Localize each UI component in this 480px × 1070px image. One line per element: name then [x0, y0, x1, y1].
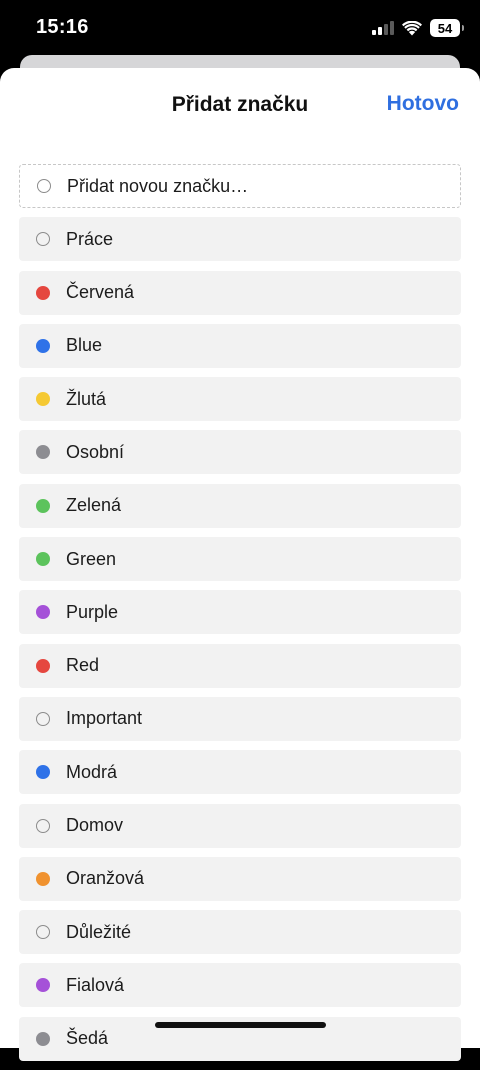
tag-label: Fialová [66, 974, 125, 995]
tag-label: Blue [66, 335, 103, 356]
tag-label: Důležité [66, 921, 132, 942]
tag-label: Domov [66, 815, 124, 836]
tag-label: Red [66, 655, 100, 676]
tag-row[interactable]: Purple [19, 590, 461, 635]
color-dot-icon [36, 605, 50, 620]
tag-row[interactable]: Red [19, 643, 461, 688]
tag-row[interactable]: Osobní [19, 430, 461, 475]
empty-circle-icon [37, 179, 51, 193]
color-dot-icon [36, 871, 50, 886]
tag-row[interactable]: Oranžová [19, 856, 461, 901]
color-dot-icon [36, 978, 50, 993]
color-dot-icon [36, 285, 50, 300]
cellular-signal-icon [372, 21, 394, 35]
empty-circle-icon [36, 818, 50, 833]
tag-row[interactable]: Modrá [19, 750, 461, 795]
status-bar: 15:16 54 [0, 0, 480, 56]
status-icons: 54 [372, 19, 464, 37]
add-new-tag-button[interactable]: Přidat novou značku… [19, 164, 461, 208]
tag-label: Práce [66, 228, 114, 249]
tag-label: Žlutá [66, 388, 107, 409]
home-indicator[interactable] [155, 1022, 326, 1028]
tag-label: Important [66, 708, 143, 729]
tag-row[interactable]: Zelená [19, 483, 461, 528]
color-dot-icon [36, 338, 50, 353]
tag-row[interactable]: Práce [19, 217, 461, 262]
wifi-icon [402, 20, 422, 35]
tag-label: Purple [66, 601, 119, 622]
color-dot-icon [36, 658, 50, 673]
tag-row[interactable]: Důležité [19, 910, 461, 955]
tag-row[interactable]: Blue [19, 323, 461, 368]
tag-list: Přidat novou značku… Práce Červená Blue Žlu… [19, 164, 461, 1070]
empty-circle-icon [36, 925, 50, 940]
color-dot-icon [36, 498, 50, 513]
tag-row[interactable]: Domov [19, 803, 461, 848]
tag-row[interactable]: Červená [19, 270, 461, 315]
battery-icon: 54 [430, 19, 464, 37]
tag-row[interactable]: Žlutá [19, 377, 461, 422]
status-time: 15:16 [36, 16, 89, 38]
done-button[interactable]: Hotovo [387, 92, 459, 116]
color-dot-icon [36, 445, 50, 460]
tag-row[interactable]: Important [19, 696, 461, 741]
tag-label: Zelená [66, 495, 122, 516]
color-dot-icon [36, 552, 50, 567]
tag-label: Osobní [66, 441, 125, 462]
add-new-tag-label: Přidat novou značku… [67, 175, 249, 196]
tag-label: Červená [66, 282, 135, 303]
empty-circle-icon [36, 711, 50, 726]
empty-circle-icon [36, 232, 50, 247]
color-dot-icon [36, 392, 50, 407]
tag-row[interactable]: Fialová [19, 963, 461, 1008]
tag-label: Green [66, 548, 117, 569]
color-dot-icon [36, 765, 50, 780]
tag-label: Oranžová [66, 868, 145, 889]
add-tag-sheet: Přidat značku Hotovo Přidat novou značku… [0, 68, 480, 1061]
tag-label: Modrá [66, 761, 118, 782]
tag-row[interactable]: Green [19, 537, 461, 582]
